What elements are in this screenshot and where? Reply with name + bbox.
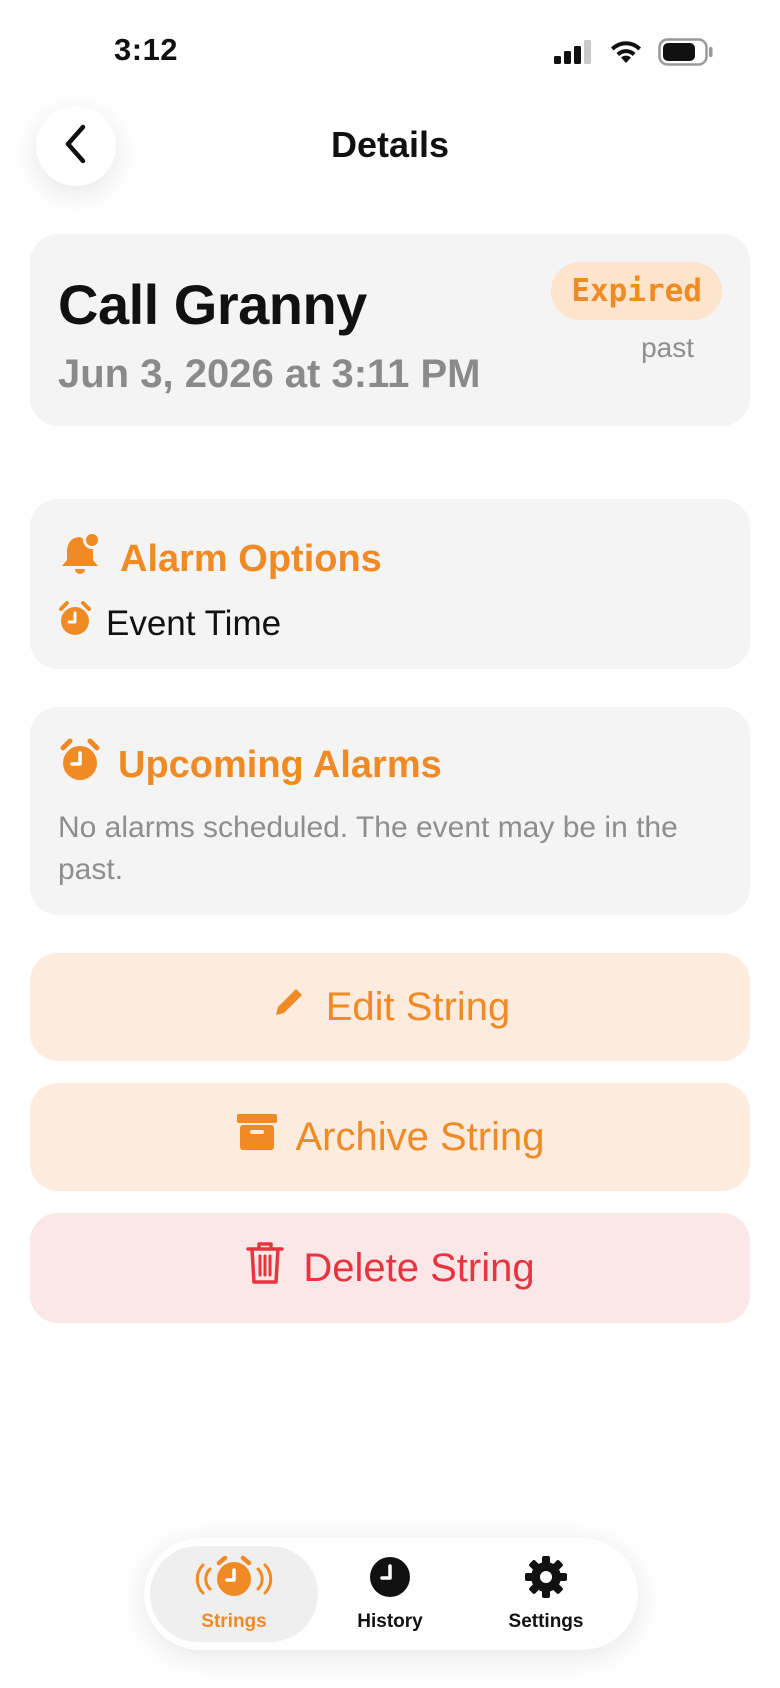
- tab-bar: Strings History Settings: [144, 1538, 638, 1650]
- status-badge: Expired: [551, 262, 722, 320]
- tab-settings-label: Settings: [508, 1611, 584, 1632]
- alarm-option-label: Event Time: [106, 603, 282, 643]
- tab-strings[interactable]: Strings: [150, 1546, 318, 1642]
- status-icons: [554, 38, 714, 71]
- upcoming-alarms-card: Upcoming Alarms No alarms scheduled. The…: [30, 707, 750, 915]
- alarm-option-item[interactable]: Event Time: [58, 601, 281, 646]
- tab-strings-label: Strings: [201, 1611, 267, 1632]
- event-summary-card: Call Granny Jun 3, 2026 at 3:11 PM Expir…: [30, 234, 750, 426]
- alarm-clock-icon: [58, 601, 92, 646]
- status-subtitle: past: [641, 332, 694, 363]
- alarm-options-heading: Alarm Options: [58, 531, 382, 587]
- pencil-icon: [270, 983, 308, 1031]
- cellular-signal-icon: [554, 40, 594, 69]
- alarm-options-card: Alarm Options Event Time: [30, 499, 750, 669]
- status-bar: 3:12: [0, 0, 780, 100]
- event-date: Jun 3, 2026 at 3:11 PM: [58, 352, 481, 396]
- trash-icon: [245, 1240, 285, 1296]
- edit-string-label: Edit String: [325, 984, 511, 1029]
- tab-history-label: History: [357, 1611, 423, 1632]
- wifi-icon: [608, 39, 644, 70]
- edit-string-button[interactable]: Edit String: [30, 953, 750, 1061]
- clock-icon: [368, 1555, 412, 1605]
- alarm-clock-icon: [58, 737, 102, 793]
- tab-settings[interactable]: Settings: [462, 1546, 630, 1642]
- battery-icon: [658, 38, 714, 71]
- details-screen: 3:12 Details Call Granny Jun 3, 2026 at …: [0, 0, 780, 1688]
- page-title: Details: [330, 124, 450, 165]
- upcoming-alarms-title: Upcoming Alarms: [118, 743, 442, 786]
- bell-badge-icon: [58, 531, 104, 587]
- upcoming-alarms-heading: Upcoming Alarms: [58, 737, 442, 793]
- archive-string-label: Archive String: [295, 1114, 545, 1159]
- delete-string-button[interactable]: Delete String: [30, 1213, 750, 1323]
- ringing-alarm-icon: [195, 1555, 273, 1605]
- gear-icon: [524, 1555, 568, 1605]
- upcoming-alarms-description: No alarms scheduled. The event may be in…: [58, 811, 678, 886]
- event-title: Call Granny: [58, 273, 367, 336]
- delete-string-label: Delete String: [303, 1245, 535, 1290]
- archive-string-button[interactable]: Archive String: [30, 1083, 750, 1191]
- status-time: 3:12: [114, 32, 179, 67]
- alarm-options-title: Alarm Options: [120, 537, 382, 580]
- tab-history[interactable]: History: [306, 1546, 474, 1642]
- archive-box-icon: [236, 1112, 278, 1162]
